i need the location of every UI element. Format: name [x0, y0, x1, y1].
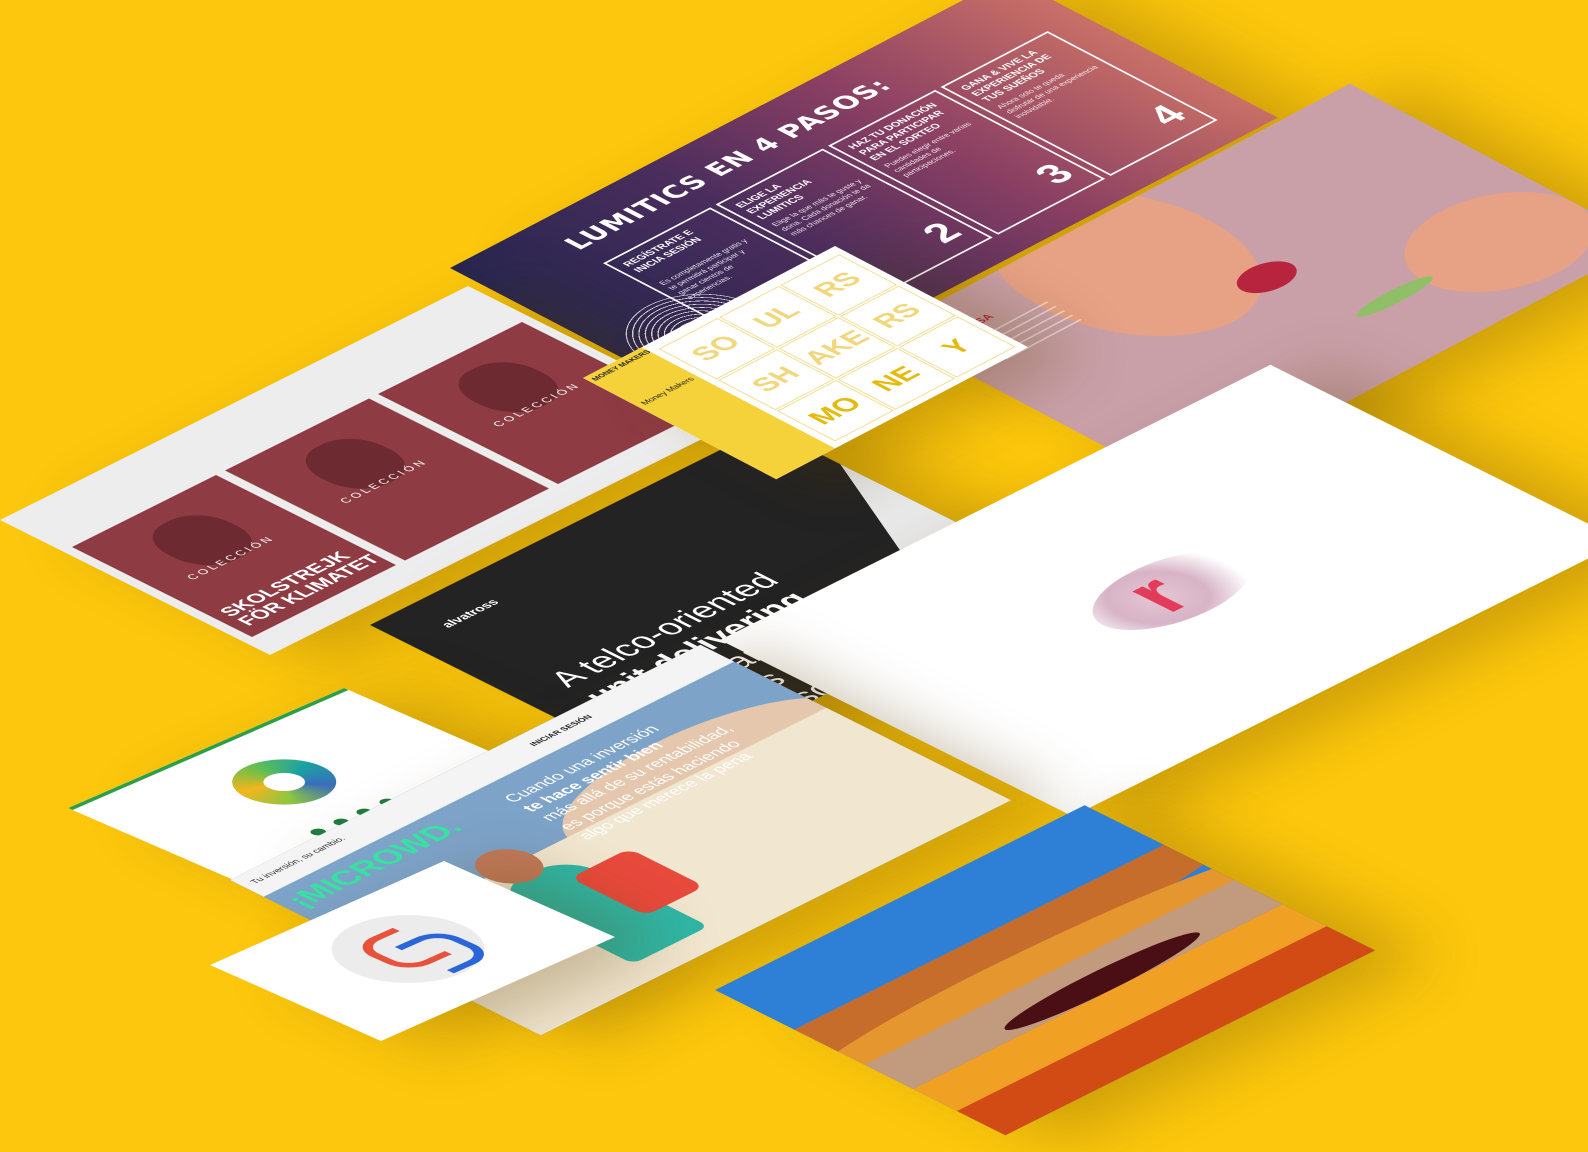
sidebar-label: Money Makers: [638, 375, 697, 407]
step-number: 2: [912, 217, 972, 249]
step-number: 4: [1137, 99, 1197, 131]
portrait-photo: [441, 353, 576, 421]
step-number: 3: [1024, 158, 1085, 190]
portrait-photo: [135, 506, 270, 574]
hexagon-logo-icon: [210, 750, 358, 814]
leaf-shape: [1349, 272, 1440, 321]
portrait-photo: [288, 430, 423, 498]
login-button[interactable]: INICIAR SESIÓN: [527, 714, 594, 748]
alvatross-logo[interactable]: alvatross: [438, 597, 503, 629]
